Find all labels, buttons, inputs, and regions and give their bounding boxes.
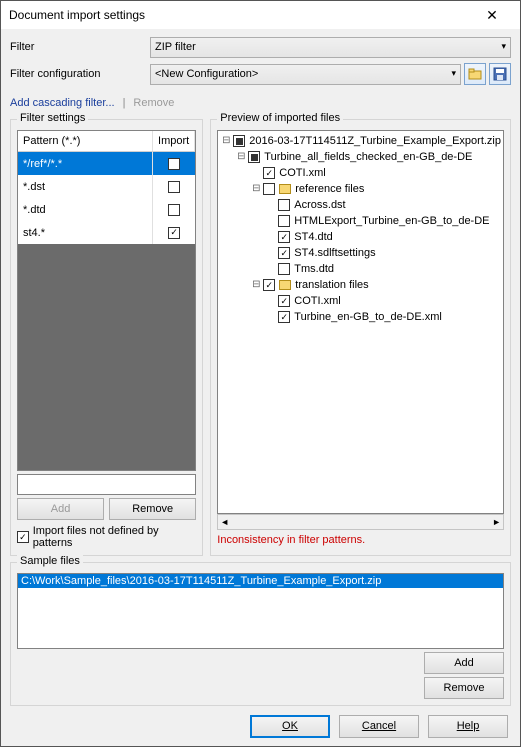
add-pattern-button[interactable]: Add <box>17 498 104 520</box>
filter-settings-title: Filter settings <box>17 112 88 124</box>
tree-item[interactable]: reference files <box>295 181 364 197</box>
tree-checkbox[interactable] <box>278 295 290 307</box>
import-checkbox[interactable] <box>168 158 180 170</box>
tree-item[interactable]: translation files <box>295 277 368 293</box>
import-undefined-checkbox[interactable] <box>17 531 29 543</box>
collapse-icon[interactable]: ⊟ <box>221 136 231 146</box>
folder-icon <box>279 184 291 194</box>
chevron-down-icon: ▾ <box>501 41 506 52</box>
pattern-input[interactable] <box>17 474 196 495</box>
import-undefined-label: Import files not defined by patterns <box>33 525 197 549</box>
preview-tree[interactable]: ⊟ 2016-03-17T114511Z_Turbine_Example_Exp… <box>217 130 504 514</box>
folder-icon <box>279 280 291 290</box>
tree-checkbox[interactable] <box>278 215 290 227</box>
scroll-left-icon[interactable]: ◄ <box>220 517 229 527</box>
tree-item[interactable]: Turbine_en-GB_to_de-DE.xml <box>294 309 442 325</box>
list-item[interactable]: C:\Work\Sample_files\2016-03-17T114511Z_… <box>18 574 503 588</box>
tree-item[interactable]: Tms.dtd <box>294 261 334 277</box>
tree-checkbox[interactable] <box>278 311 290 323</box>
filter-config-value: <New Configuration> <box>155 68 258 80</box>
sample-files-list[interactable]: C:\Work\Sample_files\2016-03-17T114511Z_… <box>17 573 504 649</box>
preview-title: Preview of imported files <box>217 112 343 124</box>
preview-group: Preview of imported files ⊟ 2016-03-17T1… <box>210 119 511 556</box>
sample-files-title: Sample files <box>17 555 83 567</box>
import-checkbox[interactable] <box>168 204 180 216</box>
tree-checkbox[interactable] <box>263 167 275 179</box>
tree-checkbox[interactable] <box>233 135 245 147</box>
collapse-icon[interactable]: ⊟ <box>251 184 261 194</box>
warning-text: Inconsistency in filter patterns. <box>217 534 504 549</box>
remove-filter-link: Remove <box>133 97 174 109</box>
filter-settings-group: Filter settings Pattern (*.*) Import */r… <box>10 119 203 556</box>
tree-item[interactable]: COTI.xml <box>279 165 325 181</box>
pattern-cell: */ref*/*.* <box>18 152 153 175</box>
filter-config-dropdown[interactable]: <New Configuration> ▾ <box>150 64 461 85</box>
close-button[interactable]: ✕ <box>472 1 512 29</box>
add-sample-button[interactable]: Add <box>424 652 504 674</box>
tree-item[interactable]: COTI.xml <box>294 293 340 309</box>
collapse-icon[interactable]: ⊟ <box>251 280 261 290</box>
tree-checkbox[interactable] <box>278 231 290 243</box>
tree-checkbox[interactable] <box>278 247 290 259</box>
pattern-cell: st4.* <box>18 221 153 244</box>
filter-label: Filter <box>10 41 150 53</box>
import-checkbox[interactable] <box>168 227 180 239</box>
tree-checkbox[interactable] <box>263 279 275 291</box>
cancel-button[interactable]: Cancel <box>339 715 419 738</box>
filter-value: ZIP filter <box>155 41 196 53</box>
remove-sample-button[interactable]: Remove <box>424 677 504 699</box>
tree-checkbox[interactable] <box>278 263 290 275</box>
table-row[interactable]: *.dst <box>18 175 195 198</box>
tree-item[interactable]: Across.dst <box>294 197 345 213</box>
sample-files-group: Sample files C:\Work\Sample_files\2016-0… <box>10 562 511 706</box>
folder-open-icon <box>468 67 482 81</box>
tree-checkbox[interactable] <box>278 199 290 211</box>
add-cascading-filter-link[interactable]: Add cascading filter... <box>10 97 115 109</box>
pattern-cell: *.dst <box>18 175 153 198</box>
open-config-button[interactable] <box>464 63 486 85</box>
col-import[interactable]: Import <box>153 131 195 151</box>
chevron-down-icon: ▾ <box>451 68 456 79</box>
tree-item[interactable]: ST4.sdlftsettings <box>294 245 375 261</box>
help-button[interactable]: Help <box>428 715 508 738</box>
table-row[interactable]: st4.* <box>18 221 195 244</box>
separator: | <box>123 97 126 109</box>
tree-item[interactable]: ST4.dtd <box>294 229 333 245</box>
remove-pattern-button[interactable]: Remove <box>109 498 196 520</box>
horizontal-scrollbar[interactable]: ◄► <box>217 514 504 530</box>
filter-config-label: Filter configuration <box>10 68 150 80</box>
window-title: Document import settings <box>9 8 472 22</box>
tree-item[interactable]: Turbine_all_fields_checked_en-GB_de-DE <box>264 149 472 165</box>
tree-checkbox[interactable] <box>248 151 260 163</box>
pattern-cell: *.dtd <box>18 198 153 221</box>
tree-checkbox[interactable] <box>263 183 275 195</box>
tree-item[interactable]: 2016-03-17T114511Z_Turbine_Example_Expor… <box>249 133 501 149</box>
table-row[interactable]: *.dtd <box>18 198 195 221</box>
collapse-icon[interactable]: ⊟ <box>236 152 246 162</box>
save-icon <box>493 67 507 81</box>
scroll-right-icon[interactable]: ► <box>492 517 501 527</box>
pattern-table[interactable]: Pattern (*.*) Import */ref*/*.* *.dst <box>17 130 196 471</box>
tree-item[interactable]: HTMLExport_Turbine_en-GB_to_de-DE <box>294 213 489 229</box>
filter-dropdown[interactable]: ZIP filter ▾ <box>150 37 511 58</box>
table-row[interactable]: */ref*/*.* <box>18 152 195 175</box>
save-config-button[interactable] <box>489 63 511 85</box>
import-checkbox[interactable] <box>168 181 180 193</box>
col-pattern[interactable]: Pattern (*.*) <box>18 131 153 151</box>
ok-button[interactable]: OK <box>250 715 330 738</box>
